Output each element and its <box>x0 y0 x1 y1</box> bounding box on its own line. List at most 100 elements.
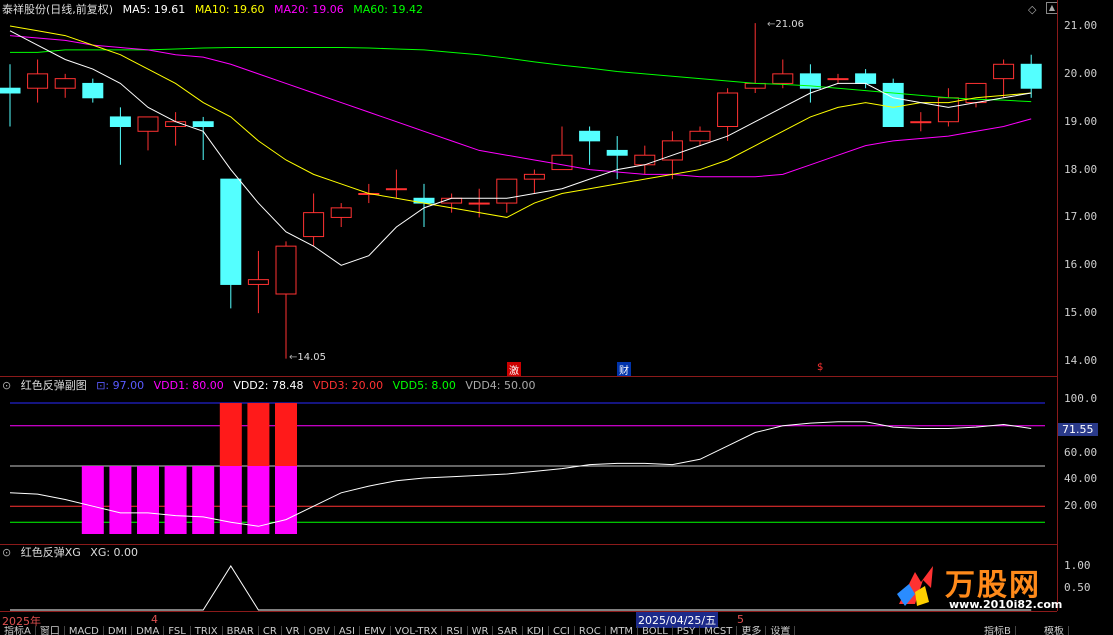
indicator-tab[interactable]: ROC <box>575 626 606 635</box>
candlestick-chart[interactable] <box>0 0 1057 376</box>
candle-body <box>1020 63 1042 89</box>
ind1-tick: 20.00 <box>1064 499 1098 513</box>
candle-body <box>275 245 297 295</box>
price-tick: 14.00 <box>1064 354 1098 367</box>
indicator-tab[interactable]: FSL <box>164 626 191 635</box>
candle[interactable] <box>109 107 131 165</box>
candle[interactable] <box>827 73 849 84</box>
candle-body <box>717 92 739 127</box>
indicator-tab[interactable]: 窗口 <box>36 626 65 635</box>
candle[interactable] <box>303 193 325 247</box>
indicator-tab[interactable]: BRAR <box>223 626 259 635</box>
ind1-current-value: 71.55 <box>1058 423 1098 436</box>
candle[interactable] <box>441 193 463 213</box>
indicator-tab[interactable]: 模板 <box>1040 626 1069 635</box>
indicator-tab[interactable]: ASI <box>335 626 360 635</box>
x-axis: 2025年 4 2025/04/25/五 5 <box>0 611 1057 628</box>
indicator-tab-bar: 指标A 窗口 MACD DMI DMA FSL TRIX BRAR CR VR OBV ASI EMV V… <box>0 626 1113 635</box>
candle-body <box>192 121 214 128</box>
signal-bar-magenta <box>137 466 159 534</box>
candle-body <box>551 154 573 171</box>
candle[interactable] <box>523 169 545 194</box>
candle[interactable] <box>165 112 187 146</box>
ma20-line <box>9 35 1032 178</box>
ind1-chart[interactable] <box>0 376 1057 544</box>
candle-body <box>496 178 518 204</box>
indicator-tab[interactable]: SAR <box>493 626 523 635</box>
candle[interactable] <box>579 126 601 165</box>
candle-body <box>385 188 407 191</box>
candle[interactable] <box>27 59 49 103</box>
candle[interactable] <box>82 78 104 103</box>
indicator-tab[interactable]: WR <box>468 626 494 635</box>
indicator-tab[interactable]: RSI <box>442 626 468 635</box>
indicator-tab[interactable]: MCST <box>700 626 738 635</box>
candle[interactable] <box>993 59 1015 98</box>
indicator-tab[interactable]: 指标A <box>0 626 36 635</box>
xg-line <box>10 565 1032 611</box>
candle[interactable] <box>137 116 159 151</box>
candle[interactable] <box>247 250 269 314</box>
indicator-tab[interactable]: 设置 <box>766 626 796 635</box>
candle[interactable] <box>192 116 214 160</box>
event-tag-3[interactable]: $ <box>815 362 825 373</box>
low-annotation: ←14.05 <box>289 352 327 363</box>
indicator-tab[interactable]: 更多 <box>737 626 767 635</box>
candle-body <box>468 202 490 205</box>
candle[interactable] <box>385 169 407 199</box>
candle-body <box>855 73 877 84</box>
candle-body <box>330 207 352 218</box>
price-tick: 16.00 <box>1064 258 1098 272</box>
indicator-tab[interactable]: DMA <box>132 626 165 635</box>
candle[interactable] <box>330 203 352 227</box>
candle[interactable] <box>0 64 21 127</box>
indicator-tab[interactable]: KDJ <box>523 626 549 635</box>
brand-url: www.2010i82.com <box>949 598 1063 611</box>
indicator-tab[interactable]: OBV <box>305 626 335 635</box>
candle-body <box>993 63 1015 80</box>
vdd2-line <box>9 421 1032 527</box>
arrow-logo-icon <box>895 564 937 608</box>
signal-bar-magenta <box>164 466 187 534</box>
indicator-tab[interactable]: VOL-TRX <box>391 626 443 635</box>
indicator-tab[interactable]: TRIX <box>191 626 223 635</box>
signal-bar-magenta <box>81 466 104 534</box>
signal-bar-magenta <box>275 466 297 534</box>
candle[interactable] <box>1020 54 1042 98</box>
signal-bar-red <box>275 403 297 466</box>
candle-body <box>579 130 601 142</box>
candle[interactable] <box>882 78 904 128</box>
candle-body <box>303 212 325 238</box>
candle[interactable] <box>634 145 656 175</box>
indicator-tab[interactable]: CCI <box>549 626 575 635</box>
candle-body <box>882 82 904 128</box>
candle[interactable] <box>220 178 242 309</box>
candle[interactable] <box>496 178 518 213</box>
candle-body <box>910 121 932 124</box>
price-tick: 15.00 <box>1064 306 1098 320</box>
indicator-tab[interactable]: DMI <box>104 626 133 635</box>
indicator-tab[interactable]: PSY <box>673 626 701 635</box>
candle-body <box>137 116 159 132</box>
candle-body <box>220 178 242 285</box>
ma60-line <box>10 47 1032 103</box>
signal-bar-red <box>219 403 242 466</box>
candle[interactable] <box>910 112 932 132</box>
signal-bar-magenta <box>192 466 215 534</box>
candle[interactable] <box>275 241 297 359</box>
event-tag-1[interactable]: 激 <box>507 362 521 377</box>
indicator-tab[interactable]: EMV <box>360 626 391 635</box>
indicator-tab[interactable]: 指标B <box>980 626 1016 635</box>
indicator-tab[interactable]: CR <box>259 626 282 635</box>
price-tick: 18.00 <box>1064 162 1098 176</box>
event-tag-2[interactable]: 财 <box>617 362 631 377</box>
candle[interactable] <box>54 73 76 98</box>
candle[interactable] <box>855 69 877 89</box>
ind1-tick: 60.00 <box>1064 445 1098 459</box>
indicator-tab[interactable]: MACD <box>65 626 104 635</box>
indicator-tab[interactable]: MTM <box>606 626 639 635</box>
indicator-tab[interactable]: BOLL <box>638 626 673 635</box>
x-label-may: 5 <box>737 613 744 626</box>
indicator-tab[interactable]: VR <box>282 626 305 635</box>
candle-body <box>27 73 49 89</box>
